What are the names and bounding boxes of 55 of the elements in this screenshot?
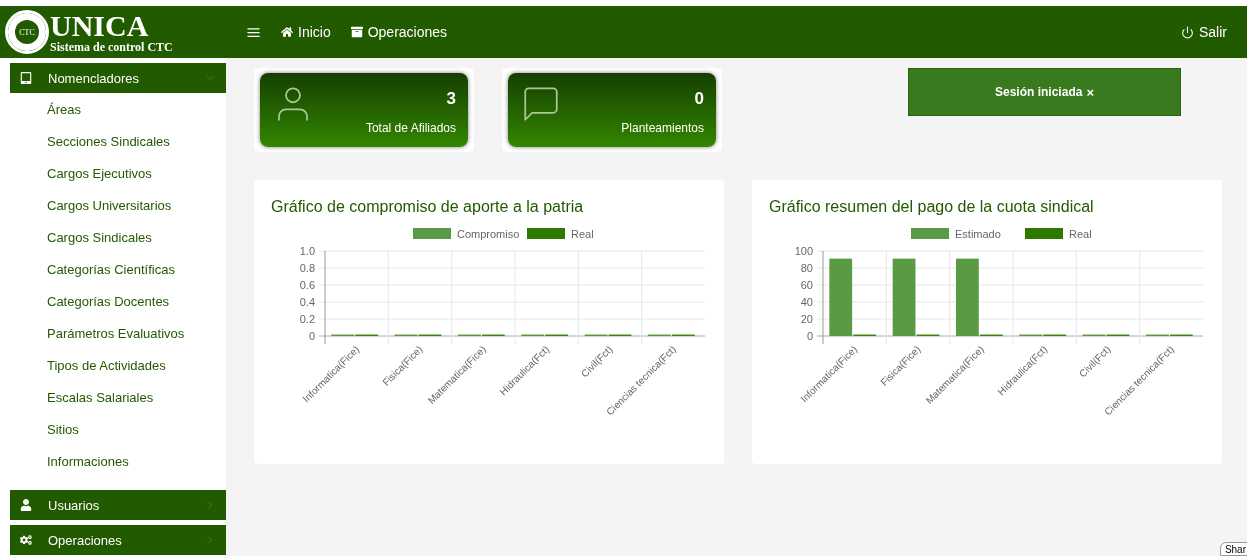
y-tick-label: 0.2 xyxy=(299,313,315,325)
logo-subtitle: Sistema de control CTC xyxy=(50,41,173,53)
sidebar-item[interactable]: Categorías Científicas xyxy=(47,253,226,285)
power-icon xyxy=(1181,25,1194,39)
logo-title: UNICA xyxy=(50,11,150,41)
logout-link[interactable]: Salir xyxy=(1181,24,1227,40)
y-tick-label: 0.4 xyxy=(299,296,315,308)
nav-link[interactable]: Inicio xyxy=(281,24,331,40)
legend-label: Real xyxy=(571,228,594,240)
stat-label: Planteamientos xyxy=(621,121,704,135)
sidebar-item[interactable]: Parámetros Evaluativos xyxy=(47,317,226,349)
legend-label: Estimado xyxy=(955,228,1001,240)
y-tick-label: 0 xyxy=(308,330,315,342)
share-button[interactable]: Shar xyxy=(1219,542,1247,556)
sidebar-section[interactable]: Usuarios xyxy=(10,490,226,520)
sidebar-item[interactable]: Escalas Salariales xyxy=(47,381,226,413)
stat-label: Total de Afiliados xyxy=(365,121,456,135)
logo-badge: CTC xyxy=(15,20,39,44)
y-tick-label: 80 xyxy=(800,262,813,274)
y-tick-label: 0.6 xyxy=(299,279,315,291)
chart-title: Gráfico resumen del pago de la cuota sindical xyxy=(769,198,1095,216)
gears-icon xyxy=(20,534,32,546)
y-tick-label: 0 xyxy=(806,330,813,342)
sidebar-item[interactable]: Áreas xyxy=(47,93,226,125)
archive-icon xyxy=(350,26,363,38)
sidebar-item[interactable]: Informaciones xyxy=(47,445,226,477)
y-tick-label: 60 xyxy=(800,279,813,291)
y-tick-label: 100 xyxy=(794,245,813,257)
sidebar-section[interactable]: Nomencladores xyxy=(10,63,226,93)
chart-title: Gráfico de compromiso de aporte a la patria xyxy=(271,198,585,216)
y-tick-label: 40 xyxy=(800,296,813,308)
home-icon xyxy=(281,26,293,38)
sidebar-section[interactable]: Operaciones xyxy=(10,525,226,555)
nav-link[interactable]: Operaciones xyxy=(350,24,448,40)
sidebar-item[interactable]: Sitios xyxy=(47,413,226,445)
section-label: Nomencladores xyxy=(48,70,141,86)
sidebar-item[interactable]: Tipos de Actividades xyxy=(47,349,226,381)
y-tick-label: 20 xyxy=(800,313,813,325)
section-label: Usuarios xyxy=(48,497,101,513)
section-label: Operaciones xyxy=(48,532,123,548)
y-tick-label: 0.8 xyxy=(299,262,315,274)
sidebar-item[interactable]: Categorías Docentes xyxy=(47,285,226,317)
user-icon xyxy=(20,499,32,511)
stat-value: 0 xyxy=(694,89,704,109)
sidebar-item[interactable]: Cargos Sindicales xyxy=(47,221,226,253)
tablet-icon xyxy=(20,72,32,84)
legend-label: Real xyxy=(1069,228,1092,240)
sidebar-item[interactable]: Cargos Universitarios xyxy=(47,189,226,221)
sidebar-item[interactable]: Secciones Sindicales xyxy=(47,125,226,157)
stat-value: 3 xyxy=(446,89,456,109)
legend-label: Compromiso xyxy=(457,228,520,240)
sidebar-item[interactable]: Cargos Ejecutivos xyxy=(47,157,226,189)
alert-text: Sesión iniciada xyxy=(995,85,1083,101)
close-button[interactable]: × xyxy=(1086,85,1094,99)
y-tick-label: 1.0 xyxy=(299,245,315,257)
